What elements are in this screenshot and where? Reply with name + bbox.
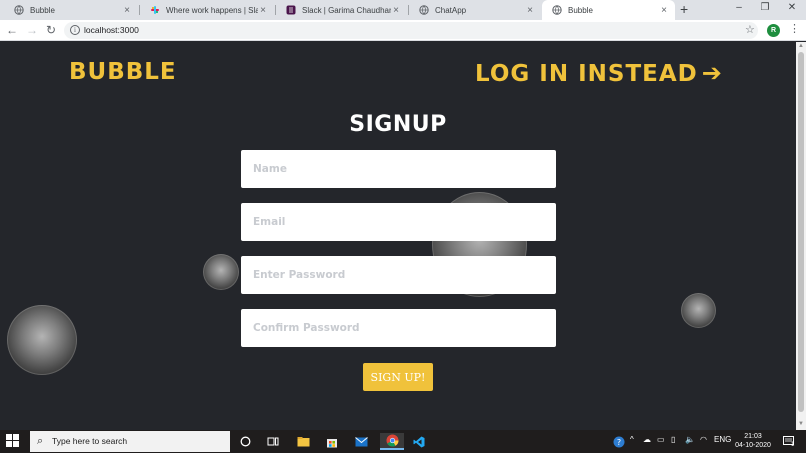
language-indicator[interactable]: ENG xyxy=(714,435,731,444)
svg-text:?: ? xyxy=(617,438,621,447)
scroll-down-icon[interactable]: ▼ xyxy=(798,421,804,427)
browser-tab-bar: Bubble × Where work happens | Slack × Sl… xyxy=(0,0,806,20)
profile-avatar[interactable]: R xyxy=(767,24,780,37)
bubble-decoration xyxy=(681,293,716,328)
confirm-password-field[interactable] xyxy=(241,309,556,347)
tab-slack-workspace[interactable]: Slack | Garima Chaudhary | Ha × xyxy=(276,0,407,20)
notification-icon[interactable] xyxy=(780,433,798,450)
chevron-up-icon[interactable]: ^ xyxy=(630,435,634,444)
address-bar[interactable]: i localhost:3000 xyxy=(64,22,758,39)
bubble-decoration xyxy=(7,305,77,375)
password-field[interactable] xyxy=(241,256,556,294)
email-field[interactable] xyxy=(241,203,556,241)
taskbar-search-placeholder: Type here to search xyxy=(52,436,128,446)
cortana-icon[interactable] xyxy=(236,433,254,450)
notification-count: 1 xyxy=(791,442,795,448)
task-view-icon[interactable] xyxy=(264,433,282,450)
brand-logo[interactable]: BUBBLE xyxy=(69,59,177,85)
mail-icon[interactable] xyxy=(352,433,370,450)
globe-icon xyxy=(419,5,429,15)
tab-close-icon[interactable]: × xyxy=(258,5,268,16)
site-info-icon[interactable]: i xyxy=(70,25,80,35)
wifi-icon[interactable]: ◠ xyxy=(700,435,707,444)
tab-bubble-active[interactable]: Bubble × xyxy=(542,0,675,20)
slack-icon xyxy=(150,5,160,15)
tab-title: ChatApp xyxy=(435,5,467,15)
vscode-icon[interactable] xyxy=(410,433,428,450)
globe-icon xyxy=(14,5,24,15)
arrow-right-icon: ➔ xyxy=(701,59,723,87)
chrome-icon[interactable] xyxy=(380,433,404,450)
tab-close-icon[interactable]: × xyxy=(525,5,535,16)
tab-bubble-1[interactable]: Bubble × xyxy=(4,0,138,20)
bubble-decoration xyxy=(203,254,239,290)
restore-icon[interactable]: ❐ xyxy=(758,2,772,13)
windows-taskbar: ⌕ Type here to search ? ^ ☁ ▭ ▯ 🔈 ◠ ENG … xyxy=(0,430,806,453)
tab-close-icon[interactable]: × xyxy=(391,5,401,16)
tab-title: Where work happens | Slack xyxy=(166,5,258,15)
minimize-icon[interactable]: – xyxy=(732,2,746,13)
help-icon[interactable]: ? xyxy=(610,433,628,450)
slack-app-icon xyxy=(286,5,296,15)
tab-chatapp[interactable]: ChatApp × xyxy=(409,0,541,20)
scroll-up-icon[interactable]: ▲ xyxy=(798,43,804,49)
new-tab-button[interactable]: + xyxy=(680,1,688,17)
globe-icon xyxy=(552,5,562,15)
tab-title: Bubble xyxy=(30,5,55,15)
reload-icon[interactable]: ↻ xyxy=(44,23,58,37)
scrollbar-thumb[interactable] xyxy=(798,52,804,412)
tab-close-icon[interactable]: × xyxy=(122,5,132,16)
login-instead-link[interactable]: LOG IN INSTEAD ➔ xyxy=(475,59,723,87)
volume-icon[interactable]: 🔈 xyxy=(685,435,695,444)
forward-icon[interactable]: → xyxy=(25,23,39,37)
window-close-icon[interactable]: ✕ xyxy=(785,2,799,13)
name-field[interactable] xyxy=(241,150,556,188)
browser-menu-icon[interactable]: ⋮ xyxy=(789,22,800,35)
signup-button[interactable]: SIGN UP! xyxy=(363,363,433,391)
page-title: SIGNUP xyxy=(349,112,447,137)
tab-slack[interactable]: Where work happens | Slack × xyxy=(140,0,274,20)
battery-icon[interactable]: ▯ xyxy=(671,435,675,444)
clock-date: 04-10-2020 xyxy=(735,442,771,449)
page-scrollbar[interactable]: ▲ ▼ xyxy=(796,42,806,430)
taskbar-search[interactable]: ⌕ Type here to search xyxy=(30,431,230,452)
clock[interactable]: 21:03 04-10-2020 xyxy=(730,432,776,450)
clock-time: 21:03 xyxy=(744,433,762,440)
search-icon: ⌕ xyxy=(37,435,44,447)
back-icon[interactable]: ← xyxy=(5,23,19,37)
url-text[interactable]: localhost:3000 xyxy=(84,25,139,35)
bookmark-star-icon[interactable]: ☆ xyxy=(745,23,755,36)
tab-title: Slack | Garima Chaudhary | Ha xyxy=(302,5,391,15)
file-explorer-icon[interactable] xyxy=(294,433,312,450)
tab-title: Bubble xyxy=(568,5,593,15)
login-link-label: LOG IN INSTEAD xyxy=(475,61,698,87)
cloud-icon[interactable]: ☁ xyxy=(643,435,651,444)
store-icon[interactable] xyxy=(323,433,341,450)
browser-toolbar: ← → ↻ i localhost:3000 ☆ R ⋮ xyxy=(0,20,806,41)
tab-close-icon[interactable]: × xyxy=(659,5,669,16)
windows-start-icon[interactable] xyxy=(6,434,20,448)
signup-page: BUBBLE LOG IN INSTEAD➔ SIGNUP SIGN UP! xyxy=(0,42,796,430)
network-icon[interactable]: ▭ xyxy=(657,435,665,444)
